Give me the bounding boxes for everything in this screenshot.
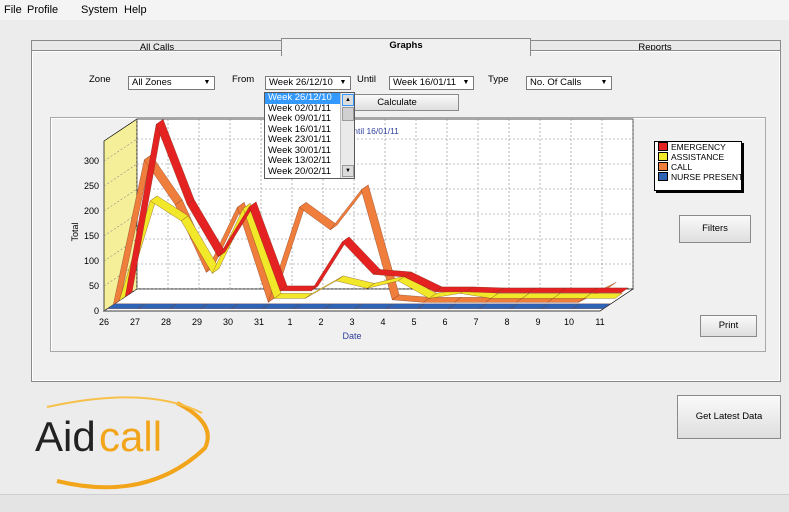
from-label: From — [232, 74, 255, 85]
logo-text-aid: Aid — [35, 413, 96, 460]
aidcall-logo: Aid call — [35, 396, 210, 490]
zone-value: All Zones — [132, 77, 172, 88]
type-select[interactable]: No. Of Calls ▼ — [526, 76, 612, 90]
legend-swatch — [658, 142, 668, 151]
chart-legend: EMERGENCY ASSISTANCE CALL NURSE PRESENT — [654, 141, 743, 191]
from-select[interactable]: Week 26/12/10 ▼ — [265, 76, 351, 90]
legend-item-nurse-present: NURSE PRESENT — [655, 172, 743, 182]
tab-graphs[interactable]: Graphs — [281, 38, 531, 56]
scroll-up-icon[interactable]: ▲ — [342, 94, 354, 106]
type-label: Type — [488, 74, 509, 85]
from-dropdown-list: Week 26/12/10 Week 02/01/11 Week 09/01/1… — [264, 92, 355, 179]
from-value: Week 26/12/10 — [269, 77, 333, 88]
menu-profile[interactable]: Profile — [27, 4, 58, 16]
filters-button[interactable]: Filters — [679, 215, 751, 243]
logo-text-call: call — [99, 413, 162, 460]
until-value: Week 16/01/11 — [393, 77, 457, 88]
menu-help[interactable]: Help — [124, 4, 147, 16]
chevron-down-icon: ▼ — [462, 79, 470, 86]
until-select[interactable]: Week 16/01/11 ▼ — [389, 76, 474, 90]
menu-system[interactable]: System — [81, 4, 118, 16]
zone-label: Zone — [89, 74, 111, 85]
chevron-down-icon: ▼ — [203, 79, 211, 86]
zone-select[interactable]: All Zones ▼ — [128, 76, 215, 90]
menu-bar: File Profile System Help — [0, 0, 789, 20]
print-button[interactable]: Print — [700, 315, 757, 337]
chevron-down-icon: ▼ — [339, 79, 347, 86]
legend-item-call: CALL — [655, 162, 741, 172]
legend-swatch — [658, 152, 668, 161]
scroll-thumb[interactable] — [342, 107, 354, 121]
legend-item-emergency: EMERGENCY — [655, 142, 741, 152]
legend-item-assistance: ASSISTANCE — [655, 152, 741, 162]
get-latest-data-button[interactable]: Get Latest Data — [677, 395, 781, 439]
legend-swatch — [658, 172, 668, 181]
scroll-down-icon[interactable]: ▼ — [342, 165, 354, 177]
menu-file[interactable]: File — [4, 4, 22, 16]
legend-swatch — [658, 162, 668, 171]
until-label: Until — [357, 74, 377, 85]
chevron-down-icon: ▼ — [600, 79, 608, 86]
type-value: No. Of Calls — [530, 77, 582, 88]
status-bar — [0, 494, 789, 512]
dropdown-scrollbar[interactable]: ▲ ▼ — [340, 93, 354, 178]
